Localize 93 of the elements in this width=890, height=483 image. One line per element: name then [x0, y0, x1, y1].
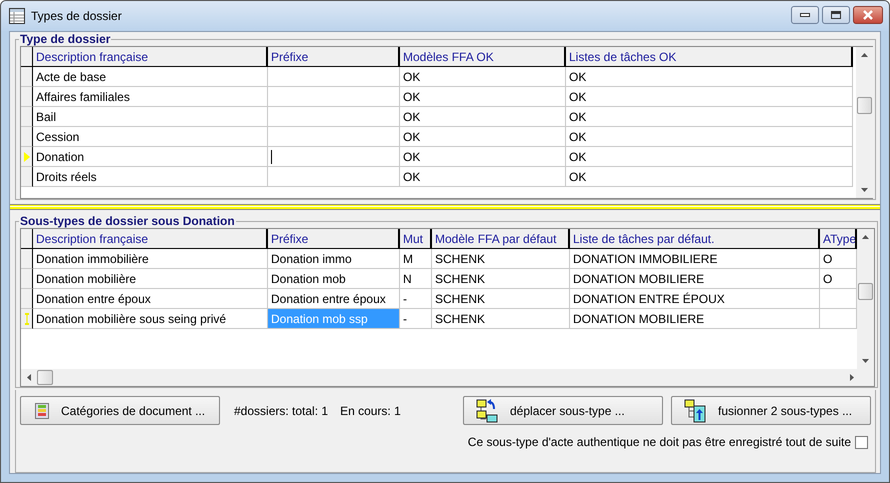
table-cell: DONATION MOBILIERE [570, 269, 820, 289]
column-header[interactable]: Préfixe [268, 47, 400, 67]
table-cell: OK [400, 147, 566, 167]
column-header[interactable]: Préfixe [268, 229, 400, 249]
table-cell: DONATION ENTRE ÉPOUX [570, 289, 820, 309]
table-cell: OK [400, 67, 566, 87]
corner-cell [21, 47, 33, 67]
table-cell: DONATION MOBILIERE [570, 309, 820, 329]
table-cell: OK [566, 127, 853, 147]
table-cell: OK [400, 107, 566, 127]
column-header[interactable]: Liste de tâches par défaut. [570, 229, 820, 249]
table-cell: Donation [33, 147, 268, 167]
table-cell: OK [566, 167, 853, 187]
minimize-icon [800, 13, 810, 17]
table-cell: Donation entre époux [33, 289, 268, 309]
row-selector[interactable] [21, 289, 33, 309]
close-icon [862, 10, 874, 20]
table-cell: Droits réels [33, 167, 268, 187]
table-cell: OK [400, 167, 566, 187]
edit-row-icon [24, 312, 28, 324]
merge-subtypes-button[interactable]: fusionner 2 sous-types ... [671, 396, 871, 425]
table-cell: Donation mobilière [33, 269, 268, 289]
table-cell: Donation immobilière [33, 249, 268, 269]
table-cell: OK [400, 127, 566, 147]
table-cell: SCHENK [432, 289, 570, 309]
scroll-down-icon[interactable] [862, 359, 869, 363]
scrollbar-thumb[interactable] [37, 370, 53, 385]
table-cell: OK [566, 147, 853, 167]
scrollbar-thumb[interactable] [858, 283, 873, 300]
row-selector[interactable] [21, 309, 33, 329]
column-header[interactable]: Description française [33, 229, 268, 249]
row-selector[interactable] [21, 67, 33, 87]
corner-cell [21, 229, 33, 249]
scroll-right-icon[interactable] [850, 374, 854, 381]
move-subtype-button[interactable]: déplacer sous-type ... [463, 396, 663, 425]
column-header[interactable]: Modèles FFA OK [400, 47, 566, 67]
row-selector[interactable] [21, 87, 33, 107]
categories-button[interactable]: Catégories de document ... [20, 396, 220, 425]
table-cell: SCHENK [432, 269, 570, 289]
dossier-count: #dossiers: total: 1 [234, 404, 328, 418]
table-cell: Donation mob ssp [268, 309, 400, 329]
folders-merge-icon [684, 398, 706, 422]
column-header[interactable]: Modèle FFA par défaut [432, 229, 570, 249]
scroll-up-icon[interactable] [862, 235, 869, 239]
checkbox[interactable] [855, 436, 868, 448]
table-cell: Cession [33, 127, 268, 147]
maximize-icon [831, 11, 841, 19]
table-cell: - [400, 289, 432, 309]
window-title: Types de dossier [31, 9, 123, 23]
table-cell: M [400, 249, 432, 269]
scroll-left-icon[interactable] [27, 374, 31, 381]
table-cell: DONATION IMMOBILIERE [570, 249, 820, 269]
scroll-down-icon[interactable] [861, 188, 868, 192]
table-cell: - [400, 309, 432, 329]
table-cell: N [400, 269, 432, 289]
row-selector[interactable] [21, 147, 33, 167]
maximize-button[interactable] [822, 6, 850, 24]
table-cell: OK [566, 67, 853, 87]
table-cell: Donation mobilière sous seing privé [33, 309, 268, 329]
column-header[interactable]: Listes de tâches OK [566, 47, 853, 67]
row-selector[interactable] [21, 269, 33, 289]
minimize-button[interactable] [791, 6, 819, 24]
in-progress-count: En cours: 1 [340, 404, 401, 418]
folders-arrow-icon [476, 398, 498, 422]
row-selector[interactable] [21, 127, 33, 147]
table-cell: Donation mob [268, 269, 400, 289]
close-button[interactable] [853, 6, 883, 24]
text-caret [271, 150, 272, 164]
row-selector[interactable] [21, 167, 33, 187]
column-header[interactable]: Mut [400, 229, 432, 249]
color-list-icon [35, 402, 49, 418]
table-cell: SCHENK [432, 249, 570, 269]
table-cell: Bail [33, 107, 268, 127]
vertical-scrollbar[interactable] [857, 229, 874, 369]
row-selector[interactable] [21, 249, 33, 269]
table-cell: Acte de base [33, 67, 268, 87]
table-icon [9, 8, 25, 24]
vertical-scrollbar[interactable] [856, 47, 873, 198]
horizontal-scrollbar[interactable] [21, 369, 874, 386]
row-selector[interactable] [21, 107, 33, 127]
table-cell: OK [566, 87, 853, 107]
scrollbar-thumb[interactable] [857, 97, 872, 114]
current-row-icon [24, 152, 30, 162]
column-header[interactable]: Description française [33, 47, 268, 67]
option-label: Ce sous-type d'acte authentique ne doit pas être enregistré tout de suite [468, 435, 851, 449]
table-cell: SCHENK [432, 309, 570, 329]
group-title: Type de dossier [19, 32, 112, 46]
table-cell: Affaires familiales [33, 87, 268, 107]
table-cell: OK [566, 107, 853, 127]
scroll-up-icon[interactable] [861, 53, 868, 57]
table-cell: Donation immo [268, 249, 400, 269]
table-cell: OK [400, 87, 566, 107]
group-title: Sous-types de dossier sous Donation [19, 214, 236, 228]
